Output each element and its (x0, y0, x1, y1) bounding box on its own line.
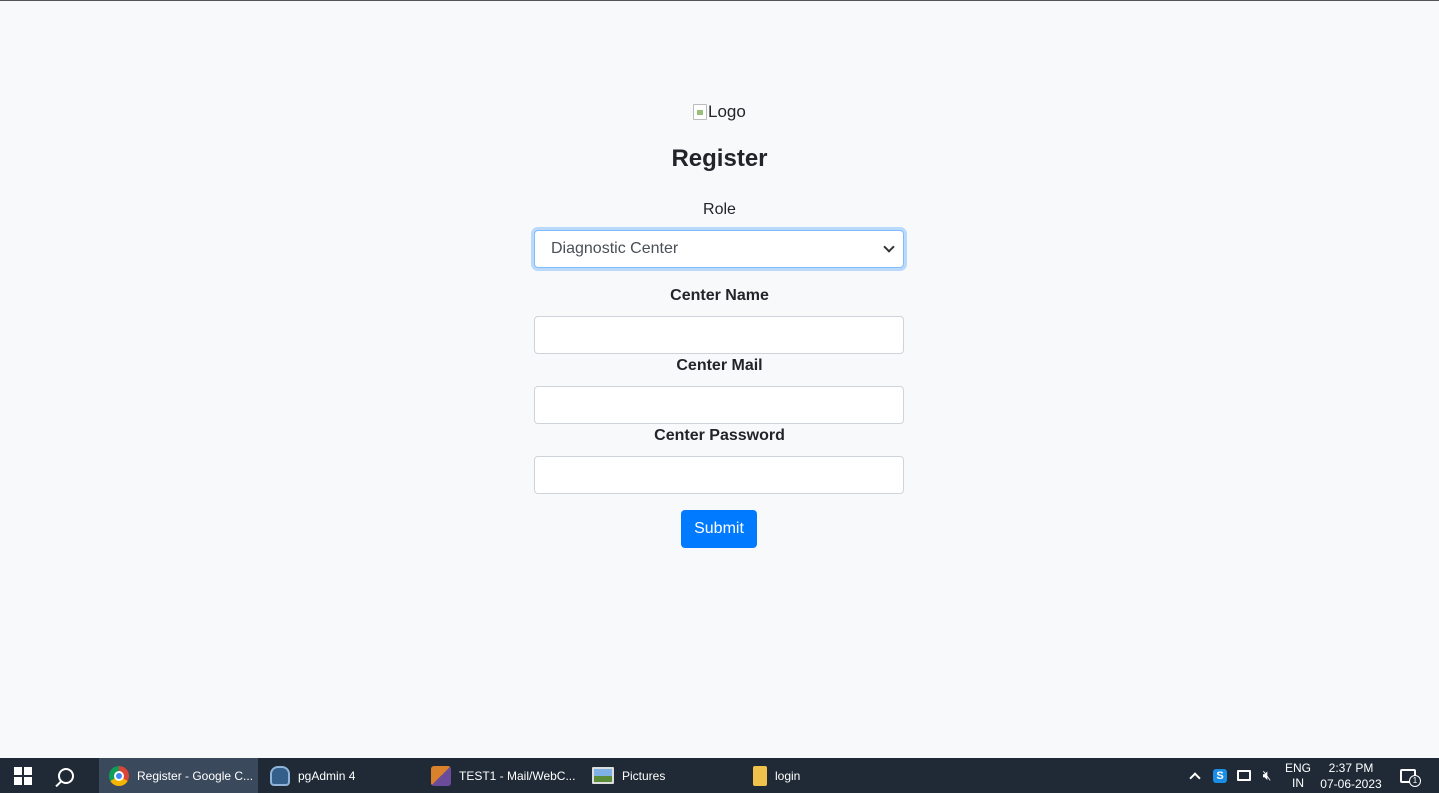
broken-image-icon (693, 104, 707, 120)
taskbar-app-label: Register - Google C... (137, 768, 254, 783)
center-name-input[interactable] (534, 316, 904, 354)
taskbar-app-label: TEST1 - Mail/WebC... (459, 768, 576, 783)
taskbar-app-chrome[interactable]: Register - Google C... (99, 758, 258, 793)
network-icon (1237, 770, 1251, 781)
center-name-label: Center Name (670, 287, 769, 304)
logo-image: Logo (693, 102, 746, 122)
mail-app-icon (431, 765, 451, 786)
logo-alt-text: Logo (708, 102, 746, 121)
taskbar-app-label: Pictures (622, 768, 666, 783)
chrome-icon (109, 765, 129, 786)
submit-button[interactable]: Submit (681, 510, 757, 548)
taskbar-app-label: login (775, 768, 801, 783)
chevron-down-icon (883, 241, 895, 253)
search-button[interactable] (58, 758, 86, 793)
tray-clock[interactable]: 2:37 PM 07-06-2023 (1316, 758, 1386, 793)
page-title: Register (671, 145, 768, 172)
taskbar-app-pictures[interactable]: Pictures (582, 758, 740, 793)
show-hidden-icons-button[interactable] (1186, 758, 1204, 793)
s-app-icon: S (1213, 768, 1227, 783)
clock-date: 07-06-2023 (1320, 776, 1382, 791)
tray-s-app[interactable]: S (1210, 758, 1230, 793)
center-password-input[interactable] (534, 456, 904, 494)
register-page: Logo Register Role Diagnostic Center Cen… (0, 0, 1439, 758)
notification-count: 1 (1409, 774, 1421, 787)
search-icon (58, 767, 74, 784)
notifications-button[interactable]: 1 (1394, 758, 1422, 793)
taskbar-app-login[interactable]: login (743, 758, 901, 793)
taskbar-app-mail[interactable]: TEST1 - Mail/WebC... (421, 758, 579, 793)
windows-icon (14, 766, 32, 785)
taskbar-app-label: pgAdmin 4 (298, 768, 356, 783)
notification-icon: 1 (1400, 768, 1421, 787)
volume-muted-icon: 🔇︎ (1262, 767, 1272, 783)
pictures-icon (592, 767, 614, 784)
pgadmin-icon (270, 765, 290, 786)
clock-time: 2:37 PM (1328, 760, 1374, 775)
role-select[interactable]: Diagnostic Center (534, 230, 904, 268)
taskbar: Register - Google C... pgAdmin 4 TEST1 -… (0, 758, 1439, 793)
tray-volume[interactable]: 🔇︎ (1256, 758, 1278, 793)
lang-code: ENG (1284, 760, 1311, 775)
taskbar-app-pgadmin[interactable]: pgAdmin 4 (260, 758, 418, 793)
lang-region: IN (1292, 775, 1304, 790)
role-select-value: Diagnostic Center (551, 240, 679, 257)
center-mail-input[interactable] (534, 386, 904, 424)
chevron-up-icon (1189, 771, 1201, 784)
center-password-label: Center Password (654, 427, 785, 444)
role-label: Role (703, 201, 736, 218)
tray-network[interactable] (1234, 758, 1254, 793)
tray-language[interactable]: ENG IN (1281, 758, 1315, 793)
folder-icon (753, 765, 767, 786)
start-button[interactable] (14, 758, 34, 793)
center-mail-label: Center Mail (676, 357, 763, 374)
